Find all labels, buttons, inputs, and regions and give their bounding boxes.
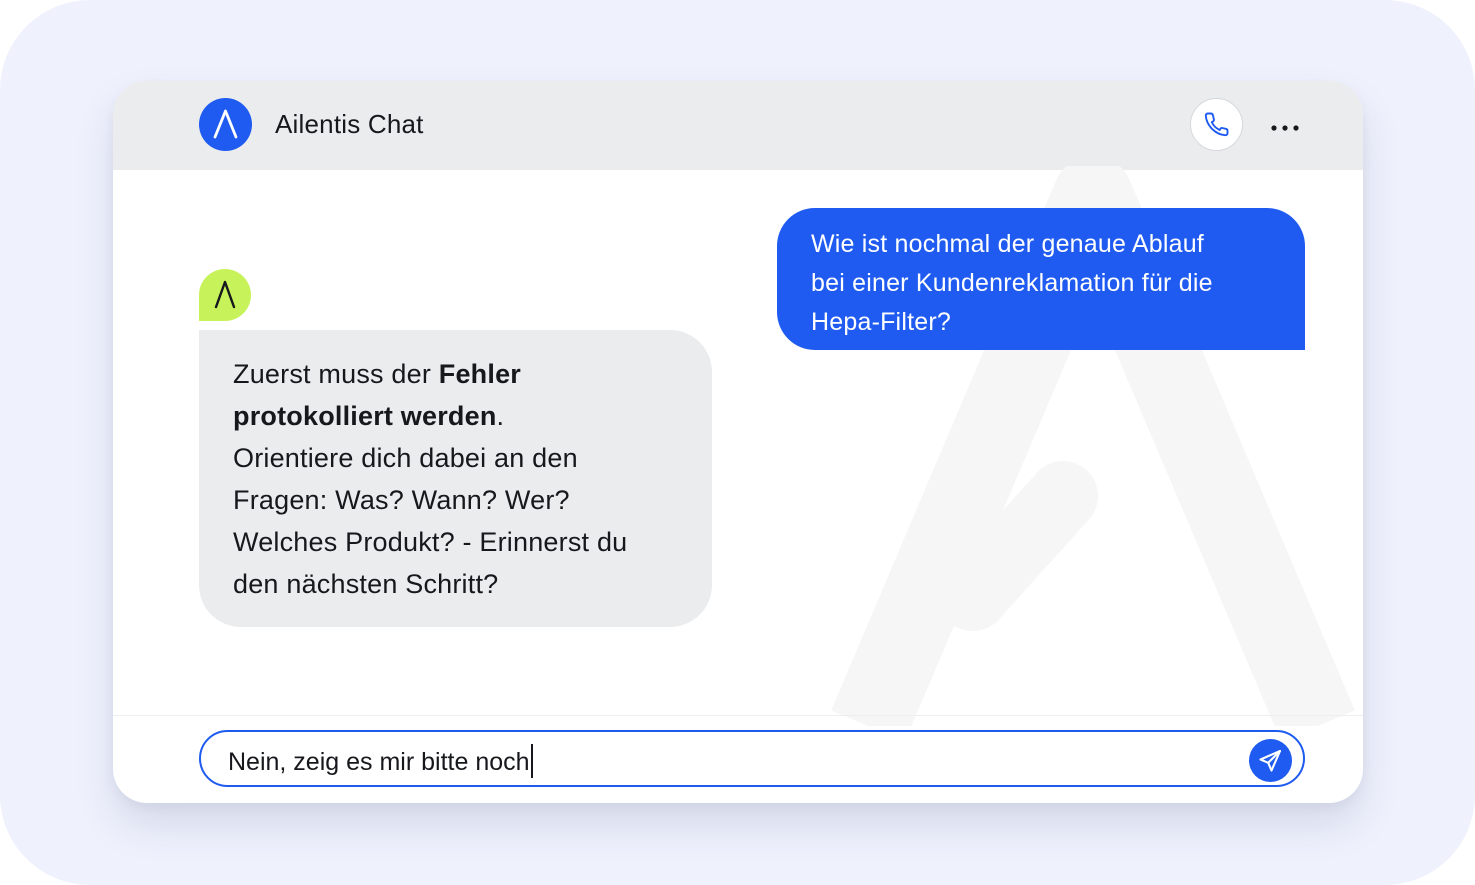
message-text: Orientiere dich dabei an den	[233, 443, 578, 473]
text-caret	[530, 744, 533, 778]
send-icon	[1259, 749, 1282, 772]
call-button[interactable]	[1190, 98, 1243, 151]
chat-window: Ailentis Chat Wie ist nochmal der genaue…	[113, 81, 1363, 803]
send-button[interactable]	[1249, 739, 1292, 782]
message-text: Fragen: Was? Wann? Wer?	[233, 485, 570, 515]
message-text: Welches Produkt? - Erinnerst du	[233, 527, 628, 557]
ailentis-bot-avatar-icon	[214, 280, 236, 309]
message-text: Hepa-Filter?	[811, 308, 951, 336]
app-title: Ailentis Chat	[275, 109, 424, 139]
chat-header: Ailentis Chat	[113, 81, 1363, 170]
message-input-text[interactable]: Nein, zeig es mir bitte noch	[228, 744, 533, 778]
ailentis-logo-icon	[199, 98, 252, 151]
composer-divider	[113, 715, 1363, 716]
phone-icon	[1204, 112, 1229, 137]
bot-avatar	[199, 269, 251, 321]
message-text-bold: Fehler	[438, 359, 521, 389]
more-horizontal-icon	[1271, 125, 1299, 131]
message-text: bei einer Kundenreklamation für die	[811, 269, 1213, 297]
assistant-message-bubble: Zuerst muss der Fehler protokolliert wer…	[199, 330, 712, 627]
message-text: den nächsten Schritt?	[233, 569, 499, 599]
more-options-button[interactable]	[1265, 113, 1305, 143]
message-text: Zuerst muss der	[233, 359, 439, 389]
message-text: Wie ist nochmal der genaue Ablauf	[811, 230, 1204, 258]
message-input[interactable]: Nein, zeig es mir bitte noch	[199, 730, 1305, 787]
message-text: .	[496, 401, 505, 431]
message-text-bold: protokolliert werden	[233, 401, 497, 431]
message-input-value: Nein, zeig es mir bitte noch	[228, 748, 530, 776]
user-message-bubble: Wie ist nochmal der genaue Ablauf bei ei…	[777, 208, 1305, 350]
